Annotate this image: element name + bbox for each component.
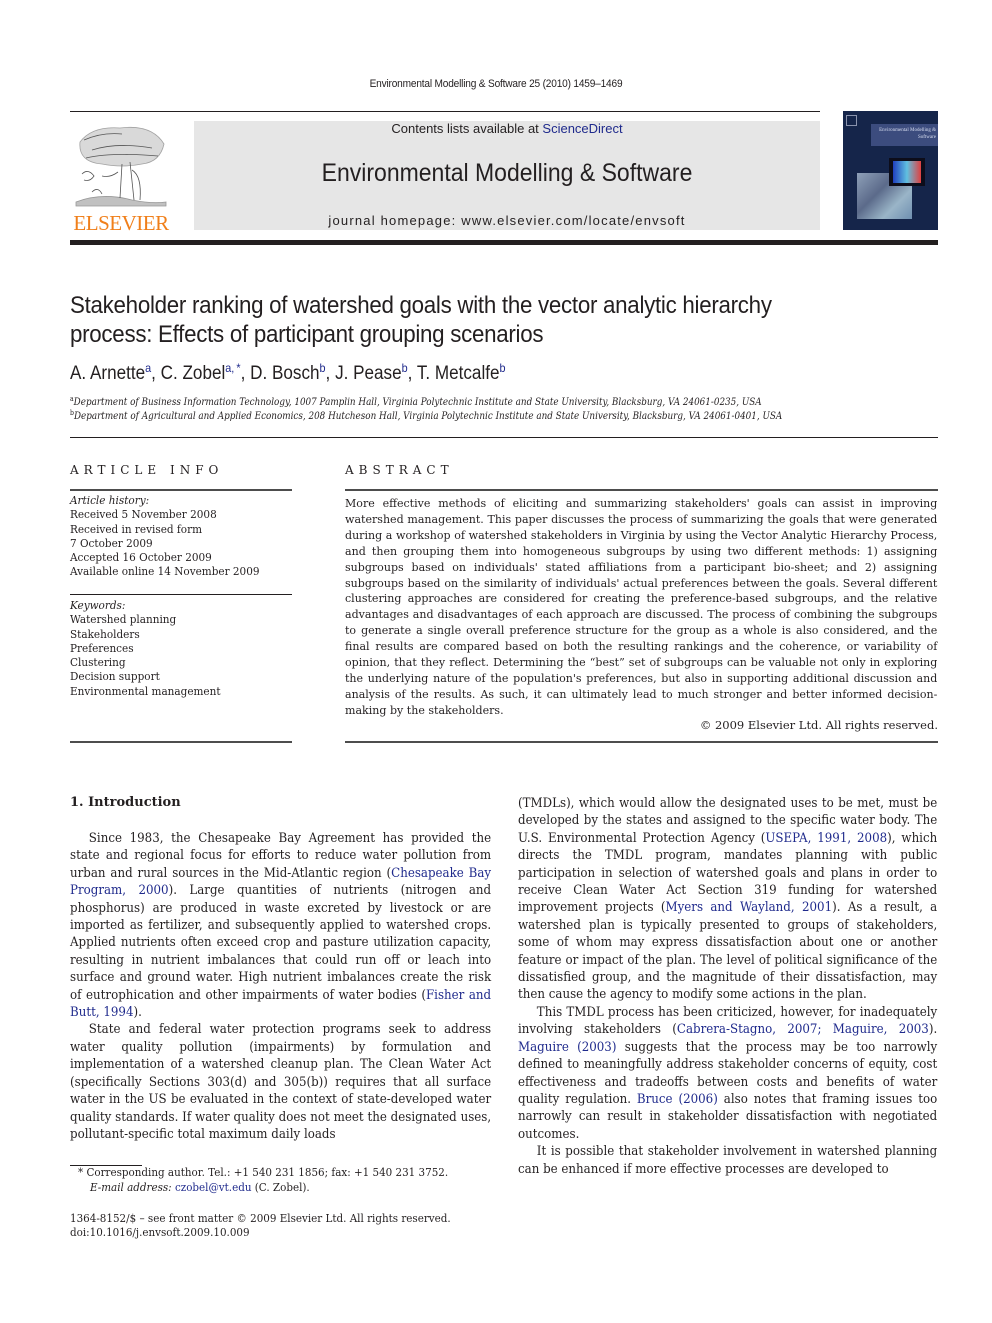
history-item: Accepted 16 October 2009: [70, 551, 212, 565]
citation-link[interactable]: Bruce (2006): [637, 1091, 718, 1106]
contents-prefix: Contents lists available at: [391, 121, 543, 136]
abstract-bottom-rule: [345, 741, 938, 743]
author[interactable]: A. Arnettea: [70, 362, 151, 384]
keyword: Environmental management: [70, 684, 221, 698]
author[interactable]: T. Metcalfeb: [417, 362, 506, 384]
history-label: Article history:: [70, 494, 150, 507]
keywords-label: Keywords:: [70, 599, 126, 612]
history-item: 7 October 2009: [70, 536, 153, 550]
keywords: Keywords: Watershed planning Stakeholder…: [70, 599, 281, 699]
cover-3d-map-image: [889, 158, 925, 186]
article-title: Stakeholder ranking of watershed goals w…: [70, 291, 888, 349]
paragraph: This TMDL process has been criticized, h…: [518, 1003, 938, 1141]
title-line-1: Stakeholder ranking of watershed goals w…: [70, 292, 772, 319]
citation-link[interactable]: USEPA, 1991, 2008: [765, 830, 887, 845]
article-info-heading: ARTICLE INFO: [70, 463, 224, 477]
affiliations-rule: [70, 437, 938, 438]
citation-link[interactable]: Myers and Wayland, 2001: [665, 899, 832, 914]
journal-name: Environmental Modelling & Software: [321, 159, 693, 187]
body-column-right: (TMDLs), which would allow the designate…: [518, 794, 937, 1177]
citation-link[interactable]: Maguire (2003): [518, 1039, 616, 1054]
running-head: Environmental Modelling & Software 25 (2…: [369, 78, 623, 90]
journal-banner: Contents lists available at ScienceDirec…: [194, 121, 820, 230]
article-info-bottom-rule: [70, 741, 292, 743]
title-line-2: process: Effects of participant grouping…: [70, 321, 544, 348]
elsevier-logo[interactable]: ELSEVIER: [70, 122, 172, 234]
history-item: Available online 14 November 2009: [70, 565, 260, 579]
sciencedirect-link[interactable]: ScienceDirect: [542, 121, 622, 136]
history-item: Received 5 November 2008: [70, 508, 217, 522]
contents-line: Contents lists available at ScienceDirec…: [194, 121, 820, 137]
email-link[interactable]: czobel@vt.edu: [175, 1181, 252, 1194]
article-history: Article history: Received 5 November 200…: [70, 494, 281, 580]
keyword: Clustering: [70, 656, 126, 670]
history-item: Received in revised form: [70, 522, 202, 536]
author[interactable]: C. Zobela, *: [161, 362, 241, 384]
journal-cover-thumbnail[interactable]: Environmental Modelling & Software: [843, 111, 938, 230]
author[interactable]: D. Boschb: [250, 362, 325, 384]
affiliation-b: bDepartment of Agricultural and Applied …: [70, 409, 783, 423]
email-note: E-mail address: czobel@vt.edu (C. Zobel)…: [90, 1181, 310, 1194]
citation-link[interactable]: Cabrera-Stagno, 2007; Maguire, 2003: [677, 1021, 929, 1036]
abstract-text: More effective methods of eliciting and …: [345, 496, 938, 717]
author[interactable]: J. Peaseb: [335, 362, 408, 384]
paragraph: Since 1983, the Chesapeake Bay Agreement…: [70, 830, 492, 1020]
section-heading-introduction: 1. Introduction: [70, 795, 181, 810]
affiliation-a: aDepartment of Business Information Tech…: [70, 395, 762, 409]
author-list: A. Arnettea, C. Zobela, *, D. Boschb, J.…: [70, 361, 506, 384]
paragraph: State and federal water protection progr…: [70, 1021, 492, 1141]
paragraph: (TMDLs), which would allow the designate…: [518, 795, 938, 1002]
paragraph: It is possible that stakeholder involvem…: [518, 1143, 938, 1176]
doi-link[interactable]: doi:10.1016/j.envsoft.2009.10.009: [70, 1225, 250, 1240]
header-rule: [70, 111, 820, 112]
keyword: Preferences: [70, 641, 134, 655]
keyword: Watershed planning: [70, 613, 177, 627]
abstract-heading: ABSTRACT: [345, 463, 454, 477]
keywords-rule: [70, 594, 292, 595]
header-thick-rule: [70, 240, 938, 245]
abstract-rule: [345, 489, 938, 491]
cover-logo-icon: [846, 115, 857, 126]
issn-line: 1364-8152/$ – see front matter © 2009 El…: [70, 1212, 451, 1225]
keyword: Decision support: [70, 670, 160, 684]
corresponding-author-note: * Corresponding author. Tel.: +1 540 231…: [78, 1166, 449, 1179]
abstract-copyright: © 2009 Elsevier Ltd. All rights reserved…: [699, 718, 938, 732]
cover-title: Environmental Modelling & Software: [871, 124, 938, 146]
article-info-rule: [70, 489, 292, 491]
journal-homepage-link[interactable]: journal homepage: www.elsevier.com/locat…: [194, 213, 820, 229]
tree-icon: [75, 126, 167, 207]
body-column-left: Since 1983, the Chesapeake Bay Agreement…: [70, 829, 491, 1142]
publisher-name: ELSEVIER: [73, 211, 169, 235]
keyword: Stakeholders: [70, 627, 140, 641]
